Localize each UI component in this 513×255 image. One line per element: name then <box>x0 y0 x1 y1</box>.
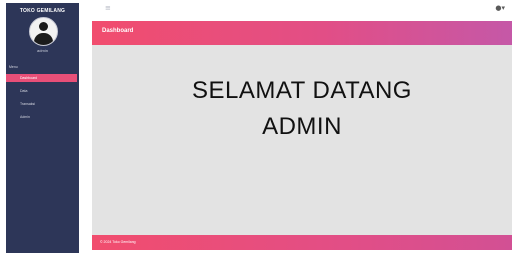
sidebar-item-label: Admin <box>20 115 30 119</box>
sidebar-item-transaksi[interactable]: Transaksi <box>6 100 77 108</box>
brand-title: TOKO GEMILANG <box>19 8 66 14</box>
hamburger-icon[interactable]: ≡ <box>105 4 111 12</box>
footer: © 2024 Toko Gemilang <box>92 235 512 250</box>
sidebar-item-label: Data <box>20 89 28 93</box>
sidebar-item-label: Transaksi <box>20 102 36 106</box>
welcome-line-2: ADMIN <box>262 113 342 140</box>
avatar-body-shape <box>34 33 53 45</box>
avatar-head-shape <box>39 22 48 31</box>
topbar: ≡ ●▾ <box>86 2 512 16</box>
avatar[interactable] <box>29 17 58 46</box>
welcome-message: SELAMAT DATANG ADMIN <box>92 73 512 145</box>
sidebar-item-label: Dashboard <box>20 76 38 80</box>
sidebar-item-dashboard[interactable]: Dashboard <box>6 74 77 82</box>
page-title: Dashboard <box>102 28 134 34</box>
footer-copyright: © 2024 Toko Gemilang <box>100 240 136 244</box>
welcome-line-1: SELAMAT DATANG <box>192 77 412 104</box>
user-menu-icon[interactable]: ●▾ <box>495 4 505 12</box>
sidebar-item-admin[interactable]: Admin <box>6 113 77 121</box>
main-content: Dashboard SELAMAT DATANG ADMIN <box>92 21 512 250</box>
username-label: admin <box>37 48 48 53</box>
nav-section-title: Menu <box>9 65 18 69</box>
page-header: Dashboard <box>92 21 512 45</box>
sidebar-item-data[interactable]: Data <box>6 87 77 95</box>
sidebar: TOKO GEMILANG admin Menu Dashboard Data … <box>6 3 79 253</box>
